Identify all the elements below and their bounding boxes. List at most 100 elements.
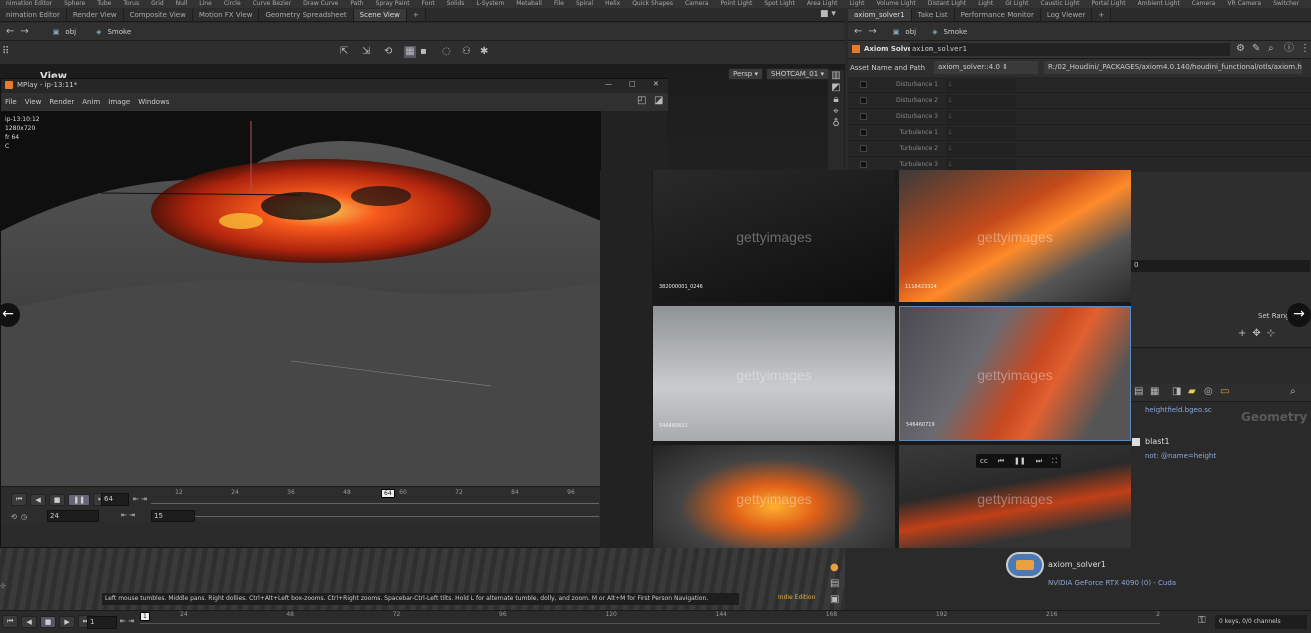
maximize-icon[interactable]: □	[629, 80, 636, 88]
shelf-tool[interactable]: Spot Light	[758, 0, 801, 8]
snapshot-icon[interactable]: ▣	[830, 594, 839, 606]
param-checkbox[interactable]	[860, 113, 867, 120]
tab-left_tabs-2[interactable]: Composite View	[123, 9, 193, 21]
rewind-icon[interactable]: ⏮	[998, 457, 1004, 466]
keys-icon[interactable]: ⚿	[1198, 615, 1206, 627]
timeline-frame-field[interactable]: 1	[87, 616, 117, 629]
display-icon[interactable]: ▥	[828, 70, 844, 82]
param-value[interactable]: 1	[946, 127, 1016, 139]
timeline-start-button[interactable]: ⏮	[2, 615, 19, 628]
view-tool-icon[interactable]: ▪	[420, 46, 427, 58]
mplay-menu-render[interactable]: Render	[45, 98, 78, 106]
shelf-tool[interactable]: Spiral	[570, 0, 599, 8]
solver-node-label[interactable]: axiom_solver1	[1048, 560, 1106, 569]
timeline-stop-button[interactable]: ■	[39, 615, 57, 628]
param-value[interactable]: 1	[946, 79, 1016, 91]
shelf-tool[interactable]: Tube	[91, 0, 117, 8]
shelf-tool[interactable]: Volume Light	[871, 0, 922, 8]
tab-left_tabs-3[interactable]: Motion FX View	[192, 9, 260, 21]
video-pause-icon[interactable]: ❚❚	[1014, 457, 1026, 465]
asset-path-field[interactable]: R:/02_Houdini/_PACKAGES/axiom4.0.140/hou…	[1044, 61, 1302, 74]
handle-tool-icon[interactable]: ▦	[404, 46, 416, 58]
mplay-image[interactable]: ip-13:10:12 1280x720 fr 64 C	[1, 111, 601, 486]
shelf-tool[interactable]: nimation Editor	[0, 0, 58, 8]
gallery-thumb[interactable]: gettyimages 546460621	[653, 306, 895, 441]
range-slider[interactable]	[195, 516, 599, 517]
shelf-tool[interactable]: Light	[972, 0, 999, 8]
path-node[interactable]: Smoke	[943, 28, 967, 36]
param-checkbox[interactable]	[860, 129, 867, 136]
forward-icon[interactable]: →	[868, 26, 876, 38]
captions-icon[interactable]: cc	[980, 457, 988, 465]
mplay-scrubber[interactable]: 12 24 36 48 60 72 84 96 64	[151, 489, 599, 507]
set-range-button[interactable]: Set Rang	[1258, 312, 1290, 320]
node-name-field[interactable]: axiom_solver1	[910, 43, 1230, 56]
loop-icon[interactable]: ⟲	[11, 511, 17, 523]
back-icon[interactable]: ←	[6, 26, 14, 38]
realtime-icon[interactable]: ◷	[21, 511, 27, 523]
forward-icon[interactable]: →	[20, 26, 28, 38]
mplay-menu-image[interactable]: Image	[104, 98, 134, 106]
shelf-tool[interactable]: Point Light	[715, 0, 759, 8]
shelf-tool[interactable]: Null	[170, 0, 194, 8]
shelf-tool[interactable]: Helix	[599, 0, 626, 8]
list-icon[interactable]: ▤	[1134, 386, 1143, 398]
shelf-tool[interactable]: Portal Light	[1086, 0, 1132, 8]
mplay-menu-view[interactable]: View	[21, 98, 46, 106]
camera-pin-icon[interactable]: ⌖	[828, 106, 844, 118]
timeline-play-button[interactable]: ▶	[59, 615, 75, 628]
shelf-tool[interactable]: Torus	[117, 0, 145, 8]
shelf-tool[interactable]: File	[548, 0, 570, 8]
blast-node-icon[interactable]	[1132, 438, 1140, 446]
tab-right_tabs-3[interactable]: Log Viewer	[1040, 9, 1093, 21]
timeline-marker[interactable]: 1	[140, 612, 150, 621]
next-arrow-icon[interactable]: →	[1287, 303, 1311, 327]
param-value[interactable]: 1	[946, 111, 1016, 123]
pane-menu-icon[interactable]: ■ ▾	[820, 9, 836, 19]
param-checkbox[interactable]	[860, 97, 867, 104]
range-step-icon[interactable]: ⇤ ⇥	[121, 511, 135, 519]
timeline-reverse-button[interactable]: ◀	[21, 615, 37, 628]
gear-icon[interactable]: ⚙	[1236, 43, 1245, 55]
param-value[interactable]: 1	[946, 95, 1016, 107]
snap-tool-icon[interactable]: ✱	[480, 46, 488, 58]
shelf-tool[interactable]: VR Camera	[1221, 0, 1267, 8]
gallery-thumb[interactable]: gettyimages	[653, 445, 895, 548]
timeline-step-icon[interactable]: ⇤ ⇥	[120, 617, 134, 625]
tab-left_tabs-5[interactable]: Scene View	[353, 9, 407, 21]
sticky-icon[interactable]: ▰	[1188, 386, 1196, 398]
shelf-tool[interactable]: Quick Shapes	[626, 0, 679, 8]
minimize-icon[interactable]: —	[605, 80, 612, 88]
tab-right_tabs-0[interactable]: axiom_solver1	[848, 9, 912, 21]
play-reverse-button[interactable]: ◀	[30, 493, 46, 506]
shelf-tool[interactable]: GI Light	[999, 0, 1034, 8]
param-value[interactable]: 1	[946, 143, 1016, 155]
forward-icon[interactable]: ⏭	[1036, 457, 1042, 466]
camera-menu[interactable]: SHOTCAM_01 ▾	[766, 68, 829, 80]
shelf-tool[interactable]: L-System	[470, 0, 510, 8]
param-checkbox[interactable]	[860, 145, 867, 152]
pose-tool-icon[interactable]: ◌	[442, 46, 451, 58]
param-checkbox[interactable]	[860, 81, 867, 88]
shelf-tool[interactable]: Camera	[679, 0, 715, 8]
network-view-icon[interactable]: ▦	[1150, 386, 1159, 398]
mplay-compare-icon[interactable]: ◪	[654, 95, 663, 107]
tab-right_tabs-1[interactable]: Take List	[911, 9, 955, 21]
transform-tool-icon[interactable]: ⇲	[362, 46, 370, 58]
gallery-thumb[interactable]: gettyimages 546460719	[899, 306, 1131, 441]
asset-name-menu[interactable]: axiom_solver::4.0 ⇕	[934, 61, 1038, 74]
shelf-tool[interactable]: Sphere	[58, 0, 91, 8]
mplay-end-field[interactable]: 15	[151, 510, 195, 522]
link-icon[interactable]: ⊹	[1267, 328, 1275, 340]
add-tab-icon[interactable]: +	[406, 9, 426, 21]
mplay-layout-icon[interactable]: ◰	[637, 95, 646, 107]
shelf-tool[interactable]: Line	[193, 0, 218, 8]
add-icon[interactable]: +	[1238, 328, 1246, 340]
tab-left_tabs-1[interactable]: Render View	[66, 9, 124, 21]
mplay-menu-file[interactable]: File	[1, 98, 21, 106]
layout-icon[interactable]: ▤	[830, 578, 839, 590]
shelf-tool[interactable]: Camera	[1305, 0, 1311, 8]
mplay-menu-anim[interactable]: Anim	[78, 98, 104, 106]
shelf-tool[interactable]: Switcher	[1267, 0, 1305, 8]
path-root[interactable]: obj	[905, 28, 916, 36]
